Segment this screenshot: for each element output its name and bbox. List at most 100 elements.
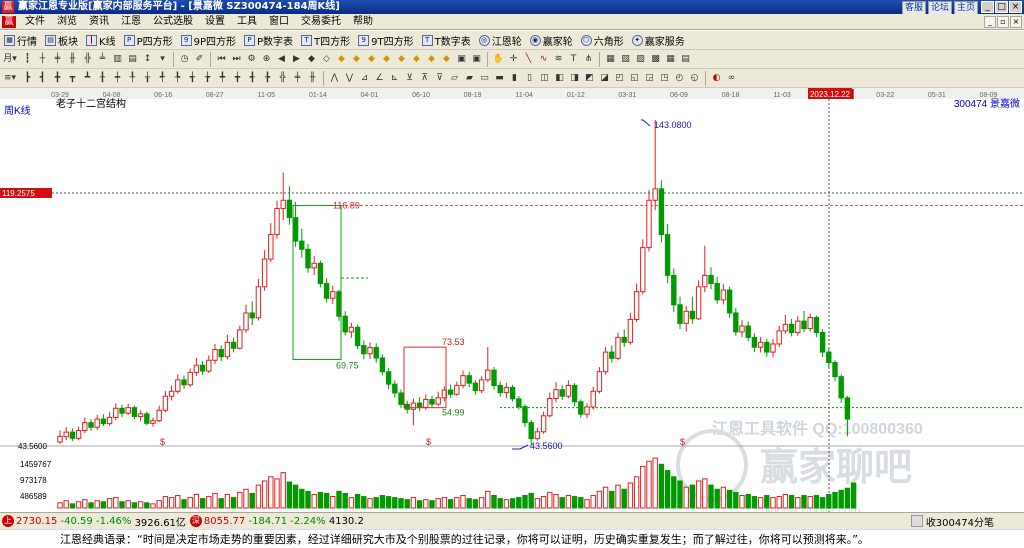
menu-window[interactable]: 窗口 [263, 15, 295, 29]
homepage-link[interactable]: 主页 [953, 1, 978, 15]
gann-line-e-icon[interactable]: ┻ [81, 72, 94, 85]
chart-d-icon[interactable]: ▦ [664, 53, 677, 66]
grid-icon[interactable]: ╪ [51, 53, 64, 66]
gann-line-f-icon[interactable]: ╂ [96, 72, 109, 85]
fan-x-icon[interactable]: ◴ [673, 72, 686, 85]
ohlc-icon[interactable]: ╫ [66, 53, 79, 66]
sectors-button[interactable]: ▤ 板块 [41, 32, 82, 49]
chart-b-icon[interactable]: ▨ [634, 53, 647, 66]
fan-o-icon[interactable]: ◫ [538, 72, 551, 85]
fan-s-icon[interactable]: ◪ [598, 72, 611, 85]
diamond-e-icon[interactable]: ◆ [395, 53, 408, 66]
box-a-icon[interactable]: ▣ [455, 53, 468, 66]
fan-p-icon[interactable]: ◧ [553, 72, 566, 85]
fan-t-icon[interactable]: ◰ [613, 72, 626, 85]
fan-c-icon[interactable]: ⊿ [358, 72, 371, 85]
fan-a-icon[interactable]: ⋀ [328, 72, 341, 85]
kline-chart-area[interactable]: 03-29 04-08 06-16 08-27 11-05 01-14 04-01 06-10… [0, 88, 1024, 512]
menu-trade[interactable]: 交易委托 [295, 15, 347, 29]
sh-index-icon[interactable]: 上 [2, 515, 14, 527]
t-number-table-button[interactable]: T T数字表 [418, 32, 475, 49]
gann-line-c-icon[interactable]: ╋ [51, 72, 64, 85]
close-button[interactable]: × [1009, 1, 1022, 13]
kline-button[interactable]: ┃ K线 [82, 32, 120, 49]
diamond-b-icon[interactable]: ◆ [350, 53, 363, 66]
mdi-restore-button[interactable]: ▫ [997, 15, 1009, 28]
chart-a-icon[interactable]: ▧ [619, 53, 632, 66]
clock-icon[interactable]: ◷ [178, 53, 191, 66]
menu-gann[interactable]: 江恩 [115, 15, 147, 29]
fan-u-icon[interactable]: ◱ [628, 72, 641, 85]
menu-info[interactable]: 资讯 [83, 15, 115, 29]
text-icon[interactable]: T [567, 53, 580, 66]
kline-chart-svg[interactable]: 03-29 04-08 06-16 08-27 11-05 01-14 04-01 06-10… [0, 88, 1024, 512]
mdi-minimize-button[interactable]: _ [984, 15, 996, 28]
zoom-out-icon[interactable]: ◇ [320, 53, 333, 66]
zoom-in-icon[interactable]: ◆ [305, 53, 318, 66]
hand-icon[interactable]: ✋ [492, 53, 505, 66]
menu-file[interactable]: 文件 [19, 15, 51, 29]
forum-link[interactable]: 论坛 [927, 1, 952, 15]
box-b-icon[interactable]: ▣ [470, 53, 483, 66]
last-icon[interactable]: ⏭ [230, 53, 243, 66]
menu-settings[interactable]: 设置 [199, 15, 231, 29]
diamond-a-icon[interactable]: ◆ [335, 53, 348, 66]
wave-icon[interactable]: ≋ [552, 53, 565, 66]
mdi-close-button[interactable]: × [1010, 15, 1022, 28]
candles-icon[interactable]: ╬ [81, 53, 94, 66]
diamond-c-icon[interactable]: ◆ [365, 53, 378, 66]
fan-w-icon[interactable]: ◳ [658, 72, 671, 85]
sz-index-icon[interactable]: 深 [189, 515, 202, 527]
crosshair-icon[interactable]: ✛ [507, 53, 520, 66]
fan-j-icon[interactable]: ▰ [463, 72, 476, 85]
winner-wheel-button[interactable]: ◉ 赢家轮 [526, 32, 577, 49]
hexagon-button[interactable]: ⬡ 六角形 [577, 32, 628, 49]
fan-r-icon[interactable]: ◩ [583, 72, 596, 85]
fan-g-icon[interactable]: ⊼ [418, 72, 431, 85]
volume-icon[interactable]: ▥ [111, 53, 124, 66]
gann-wheel-button[interactable]: ◎ 江恩轮 [475, 32, 526, 49]
gann-line-s-icon[interactable]: ╪ [291, 72, 304, 85]
menu-formula[interactable]: 公式选股 [147, 15, 199, 29]
list-icon[interactable]: ≡▾ [1, 72, 19, 85]
winner-service-button[interactable]: ✦ 赢家服务 [628, 32, 689, 49]
trendline-icon[interactable]: ╲ [522, 53, 535, 66]
p-number-table-button[interactable]: P P数字表 [240, 32, 297, 49]
gann-line-q-icon[interactable]: ╊ [261, 72, 274, 85]
diamond-d-icon[interactable]: ◆ [380, 53, 393, 66]
period-select-icon[interactable]: 月▾ [1, 53, 19, 66]
fan-q-icon[interactable]: ◨ [568, 72, 581, 85]
prev-icon[interactable]: ◀ [275, 53, 288, 66]
fork-icon[interactable]: ⋔ [582, 53, 595, 66]
first-icon[interactable]: ⏮ [215, 53, 228, 66]
infinity-icon[interactable]: ∞ [725, 72, 738, 85]
menu-browse[interactable]: 浏览 [51, 15, 83, 29]
gann-line-o-icon[interactable]: ╈ [231, 72, 244, 85]
diamond-f-icon[interactable]: ◆ [410, 53, 423, 66]
color-wheel-icon[interactable]: ◐ [710, 72, 723, 85]
bars-icon[interactable]: ▤ [126, 53, 139, 66]
gann-line-g-icon[interactable]: ┿ [111, 72, 124, 85]
gann-line-i-icon[interactable]: ╁ [141, 72, 154, 85]
customer-service-link[interactable]: 客服 [901, 1, 926, 15]
cross-icon[interactable]: ┼ [36, 53, 49, 66]
gann-line-p-icon[interactable]: ╉ [246, 72, 259, 85]
chart-e-icon[interactable]: ▤ [679, 53, 692, 66]
fan-h-icon[interactable]: ⊽ [433, 72, 446, 85]
gann-line-r-icon[interactable]: ╬ [276, 72, 289, 85]
gann-line-j-icon[interactable]: ╃ [156, 72, 169, 85]
compass-icon[interactable]: ⊕ [260, 53, 273, 66]
gann-line-m-icon[interactable]: ╆ [201, 72, 214, 85]
gann-line-h-icon[interactable]: ╀ [126, 72, 139, 85]
minimize-button[interactable]: _ [981, 1, 994, 13]
p-square-button[interactable]: P P四方形 [120, 32, 177, 49]
quotes-button[interactable]: ▦ 行情 [0, 32, 41, 49]
bar-chart-icon[interactable]: ┇ [21, 53, 34, 66]
line-chart-icon[interactable]: ╧ [96, 53, 109, 66]
9t-square-button[interactable]: 9 9T四方形 [354, 32, 417, 49]
fan-n-icon[interactable]: ▯ [523, 72, 536, 85]
fan-l-icon[interactable]: ▬ [493, 72, 506, 85]
fan-f-icon[interactable]: ⊻ [403, 72, 416, 85]
fan-v-icon[interactable]: ◲ [643, 72, 656, 85]
t-square-button[interactable]: T T四方形 [297, 32, 354, 49]
